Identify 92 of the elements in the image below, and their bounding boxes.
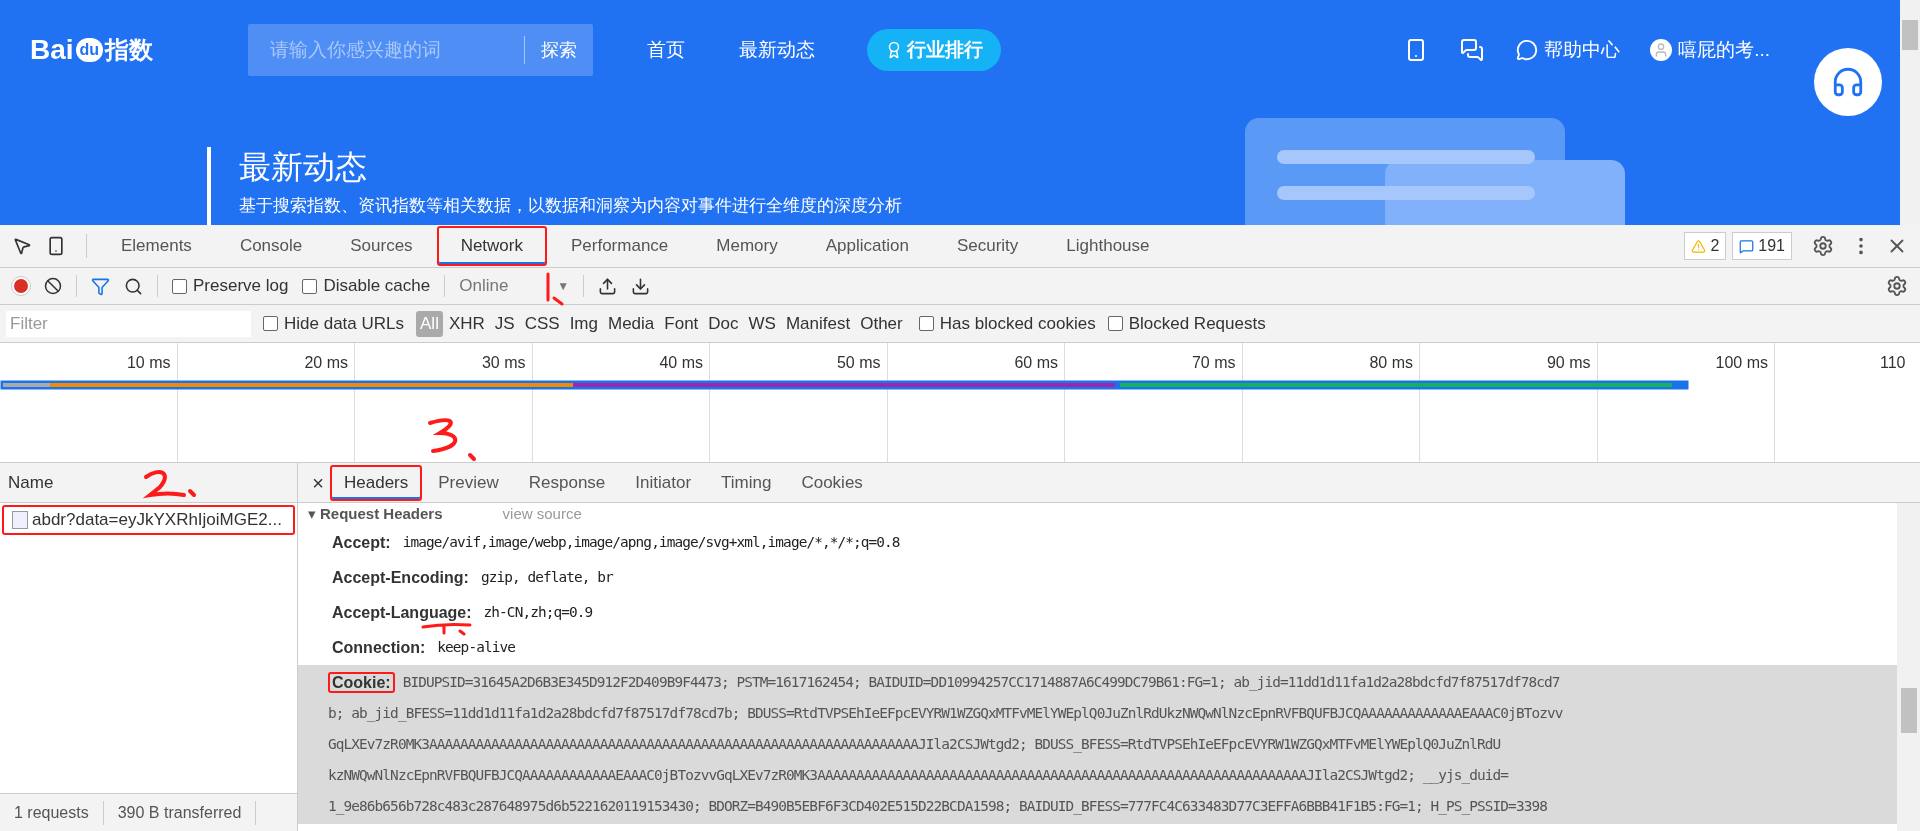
image-file-icon — [12, 511, 28, 529]
devtools-tab[interactable]: Performance — [547, 226, 693, 266]
filter-icon[interactable] — [91, 276, 110, 296]
devtools-tab[interactable]: Sources — [326, 226, 437, 266]
section-title[interactable]: Request Headers — [320, 503, 443, 525]
import-icon[interactable] — [598, 276, 618, 296]
user-menu[interactable]: 嘻屁的考... — [1678, 35, 1770, 65]
type-filter[interactable]: Other — [856, 310, 907, 337]
detail-tab[interactable]: Initiator — [621, 464, 706, 501]
header-value: image/avif,image/webp,image/apng,image/svg+xml,image/*,*/*;q=0.8 — [402, 532, 900, 552]
devtools-tab[interactable]: Lighthouse — [1042, 226, 1174, 266]
detail-tab[interactable]: Cookies — [787, 464, 877, 501]
detail-tab[interactable]: Headers — [330, 464, 423, 501]
record-button[interactable] — [12, 277, 30, 295]
header-value: b; ab_jid_BFESS=11dd1d11fa1d2a28bdcfd7f87517df78cd7b; BDUSS=RtdTVPSEhIeEFpcEVYRW1WZGQxMTFvMElYWEplQ0JuZnlRdUkzNWQwNlNzcEpnRVFBQUFBJCQAAAAAAAAAAAAAEAAAC0jBTozvv — [328, 703, 1563, 724]
header-value: keep-alive — [437, 637, 515, 657]
header-value: 1_9e86b656b728c483c287648975d6b5221620119153430; BDORZ=B490B5EBF6F3CD402E515D22BCDA1598; BAIDUID_BFESS=777FC4C633483D77C3EFFA6BBB41F1B5:FG=1; H_PS_PSSID=3398 — [328, 796, 1547, 817]
devtools-tab[interactable]: Network — [436, 226, 547, 266]
help-link[interactable]: 帮助中心 — [1544, 35, 1621, 65]
checkbox-option[interactable]: Hide data URLs — [263, 310, 404, 337]
header-name: Connection: — [331, 637, 427, 658]
checkbox-option[interactable]: Preserve log — [172, 273, 289, 299]
header-name: Cookie: — [328, 671, 395, 693]
checkbox-option[interactable]: Has blocked cookies — [918, 310, 1096, 337]
checkbox-option[interactable]: Disable cache — [302, 273, 431, 299]
devtools-tab[interactable]: Application — [801, 226, 933, 266]
column-header[interactable]: Name — [8, 469, 54, 496]
devtools-tab[interactable]: Console — [215, 226, 327, 266]
type-filter[interactable]: JS — [490, 310, 519, 337]
detail-tab[interactable]: Preview — [424, 464, 513, 501]
logo[interactable]: Bai du 指数 — [30, 29, 250, 71]
status-text: 1 requests — [0, 800, 104, 825]
type-filter[interactable]: Img — [565, 310, 602, 337]
type-filter[interactable]: XHR — [444, 310, 489, 337]
header-value: zh-CN,zh;q=0.9 — [483, 602, 593, 622]
time-tick: 100 ms — [1715, 353, 1768, 371]
type-filter[interactable]: Doc — [704, 310, 743, 337]
header-value: BIDUPSID=31645A2D6B3E345D912F2D409B9F4473; PSTM=1617162454; BAIDUID=DD10994257CC1714887A6C499DC79B61:FG=1; ab_jid=11dd1d11fa1d2a28bdcfd7f87517df78cd7 — [402, 672, 1560, 693]
time-tick: 90 ms — [1546, 353, 1591, 371]
time-tick: 10 ms — [126, 353, 171, 371]
dropdown-caret: ▼ — [557, 278, 570, 295]
scrollbar[interactable] — [1897, 503, 1920, 831]
devtools-tab[interactable]: Memory — [692, 226, 802, 266]
timeline-overview[interactable]: 10 ms 20 ms 30 ms 40 ms 50 ms 60 ms 70 ms 80 ms 90 ms 100 ms 110 — [0, 343, 1920, 463]
time-tick: 40 ms — [659, 353, 703, 371]
header-name: Accept-Language: — [331, 602, 473, 623]
device-icon[interactable] — [46, 236, 66, 256]
chat-icon[interactable] — [1460, 38, 1485, 62]
type-filter[interactable]: Manifest — [781, 310, 855, 337]
header-name: Accept-Encoding: — [331, 567, 470, 588]
close-panel-button[interactable]: × — [308, 467, 328, 498]
header-name: Accept: — [331, 532, 392, 553]
status-text: 390 B transferred — [103, 800, 257, 825]
time-tick: 70 ms — [1191, 353, 1236, 371]
hero-title: 最新动态 — [239, 148, 368, 187]
type-filter[interactable]: WS — [744, 310, 780, 337]
settings-icon[interactable] — [1886, 275, 1908, 297]
warnings-badge[interactable]: 2 — [1684, 232, 1727, 260]
time-tick: 20 ms — [304, 353, 348, 371]
type-filter[interactable]: Media — [604, 310, 659, 337]
devtools-tab[interactable]: Elements — [97, 226, 216, 266]
time-tick: 110 — [1880, 353, 1906, 371]
time-tick: 60 ms — [1014, 353, 1058, 371]
type-filter[interactable]: CSS — [520, 310, 564, 337]
checkbox-option[interactable]: Blocked Requests — [1107, 310, 1266, 337]
clear-icon[interactable] — [44, 277, 62, 295]
request-row[interactable]: abdr?data=eyJkYXRhIjoiMGE2... — [2, 505, 295, 535]
type-filter[interactable]: Font — [660, 310, 703, 337]
time-tick: 50 ms — [836, 353, 881, 371]
header-value: GqLXEv7zR0MK3AAAAAAAAAAAAAAAAAAAAAAAAAAAAAAAAAAAAAAAAAAAAAAAAAAAAAAAAAAAAAAAJIla2CSJWtgd2; BDUSS_BFESS=RtdTVPSEhIeEFpcEVYRW1WZGQxMTFvMElYWEplQ0JuZnlRdU — [328, 734, 1501, 755]
expand-toggle[interactable]: ▾ — [308, 503, 316, 526]
messages-badge[interactable]: 191 — [1732, 232, 1792, 260]
nav-link[interactable]: 首页 — [647, 35, 685, 65]
throttling-dropdown[interactable]: Online ▼ — [459, 273, 570, 299]
detail-tab[interactable]: Response — [514, 464, 620, 501]
filter-field[interactable]: Filter — [6, 310, 251, 337]
time-tick: 30 ms — [481, 353, 526, 371]
search-icon[interactable] — [124, 276, 143, 296]
devtools-tab[interactable]: Security — [932, 226, 1043, 266]
nav-link[interactable]: 最新动态 — [739, 35, 815, 65]
header-value: gzip, deflate, br — [480, 567, 613, 587]
export-icon[interactable] — [631, 276, 651, 296]
chat-bubble-icon[interactable] — [1516, 39, 1539, 61]
avatar-icon[interactable] — [1650, 39, 1673, 61]
headset-icon — [1831, 65, 1865, 99]
scrollbar[interactable] — [1900, 0, 1920, 225]
inspect-icon[interactable] — [12, 236, 32, 256]
settings-icon[interactable] — [1812, 235, 1834, 257]
time-tick: 80 ms — [1369, 353, 1413, 371]
hero-subtitle: 基于搜索指数、资讯指数等相关数据，以数据和洞察为内容对事件进行全维度的深度分析 — [239, 195, 902, 217]
header-value: kzNWQwNlNzcEpnRVFBQUFBJCQAAAAAAAAAAAAEAAAC0jBTozvvGqLXEv7zR0MK3AAAAAAAAAAAAAAAAAAAAAAAAAAAAAAAAAAAAAAAAAAAAAAAAAAAAAAAAAAAAAAAJIla2CSJWtgd2; __yjs_duid= — [328, 765, 1509, 786]
detail-tab[interactable]: Timing — [707, 464, 786, 501]
